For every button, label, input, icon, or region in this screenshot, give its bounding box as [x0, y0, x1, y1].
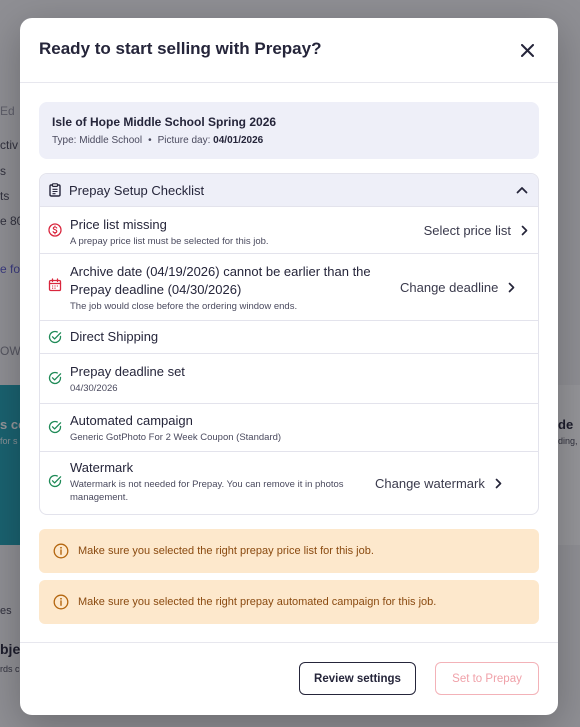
- item-subtitle: The job would close before the ordering …: [70, 301, 298, 312]
- checklist-item-automated-campaign: Automated campaign Generic GotPhoto For …: [40, 404, 538, 452]
- change-watermark-button[interactable]: Change watermark: [375, 476, 502, 491]
- checklist-item-watermark: Watermark Watermark is not needed for Pr…: [40, 452, 538, 514]
- check-circle-icon: [48, 420, 62, 434]
- separator: •: [148, 135, 152, 146]
- picture-day-label: Picture day:: [157, 135, 211, 146]
- close-icon: [520, 43, 534, 57]
- modal-title: Ready to start selling with Prepay?: [39, 39, 322, 58]
- clipboard-icon: [49, 183, 61, 197]
- prepay-checklist: Prepay Setup Checklist Price list missin…: [39, 173, 539, 515]
- set-to-prepay-button[interactable]: Set to Prepay: [435, 662, 539, 695]
- dollar-circle-icon: [48, 223, 62, 237]
- prepay-modal: Ready to start selling with Prepay? Isle…: [20, 18, 558, 715]
- check-circle-icon: [48, 330, 62, 344]
- checklist-item-archive-date: Archive date (04/19/2026) cannot be earl…: [40, 254, 538, 321]
- action-label: Change watermark: [375, 475, 485, 491]
- checklist-item-direct-shipping: Direct Shipping: [40, 321, 538, 354]
- item-subtitle: Watermark is not needed for Prepay. You …: [70, 479, 344, 503]
- item-title: Price list missing: [70, 217, 167, 232]
- action-label: Change deadline: [400, 279, 499, 295]
- price-list-warning: Make sure you selected the right prepay …: [39, 529, 539, 573]
- item-title: Automated campaign: [70, 413, 193, 428]
- job-summary-card: Isle of Hope Middle School Spring 2026 T…: [39, 102, 539, 159]
- change-deadline-button[interactable]: Change deadline: [400, 280, 515, 295]
- checklist-header[interactable]: Prepay Setup Checklist: [40, 174, 538, 207]
- chevron-up-icon[interactable]: [516, 186, 528, 194]
- job-type: Type: Middle School: [52, 135, 143, 146]
- warning-text: Make sure you selected the right prepay …: [78, 596, 437, 608]
- item-title: Prepay deadline set: [70, 364, 185, 379]
- info-circle-icon: [53, 543, 69, 559]
- action-label: Select price list: [423, 222, 511, 238]
- item-subtitle: Generic GotPhoto For 2 Week Coupon (Stan…: [70, 432, 282, 443]
- item-subtitle: 04/30/2026: [70, 383, 118, 394]
- checklist-title: Prepay Setup Checklist: [69, 182, 205, 198]
- review-settings-button[interactable]: Review settings: [299, 662, 416, 695]
- info-circle-icon: [53, 594, 69, 610]
- chevron-right-icon: [495, 478, 502, 488]
- check-circle-icon: [48, 474, 62, 488]
- campaign-warning: Make sure you selected the right prepay …: [39, 580, 539, 624]
- chevron-right-icon: [521, 225, 528, 235]
- warning-text: Make sure you selected the right prepay …: [78, 545, 374, 557]
- checklist-item-prepay-deadline: Prepay deadline set 04/30/2026: [40, 354, 538, 404]
- job-meta: Type: Middle School • Picture day: 04/01/2…: [52, 135, 526, 146]
- select-price-list-button[interactable]: Select price list: [424, 223, 528, 238]
- modal-footer: Review settings Set to Prepay: [20, 642, 558, 715]
- calendar-icon: [48, 278, 62, 292]
- item-title: Archive date (04/19/2026) cannot be earl…: [70, 264, 371, 297]
- modal-header: Ready to start selling with Prepay?: [20, 18, 558, 83]
- item-title: Direct Shipping: [70, 329, 159, 344]
- job-name: Isle of Hope Middle School Spring 2026: [52, 115, 277, 129]
- chevron-right-icon: [508, 282, 515, 292]
- picture-day-value: 04/01/2026: [213, 135, 264, 146]
- checklist-item-price-list: Price list missing A prepay price list m…: [40, 207, 538, 254]
- close-button[interactable]: [514, 37, 540, 63]
- item-title: Watermark: [70, 460, 134, 475]
- modal-body: Isle of Hope Middle School Spring 2026 T…: [39, 102, 539, 624]
- check-circle-icon: [48, 371, 62, 385]
- item-subtitle: A prepay price list must be selected for…: [70, 236, 269, 247]
